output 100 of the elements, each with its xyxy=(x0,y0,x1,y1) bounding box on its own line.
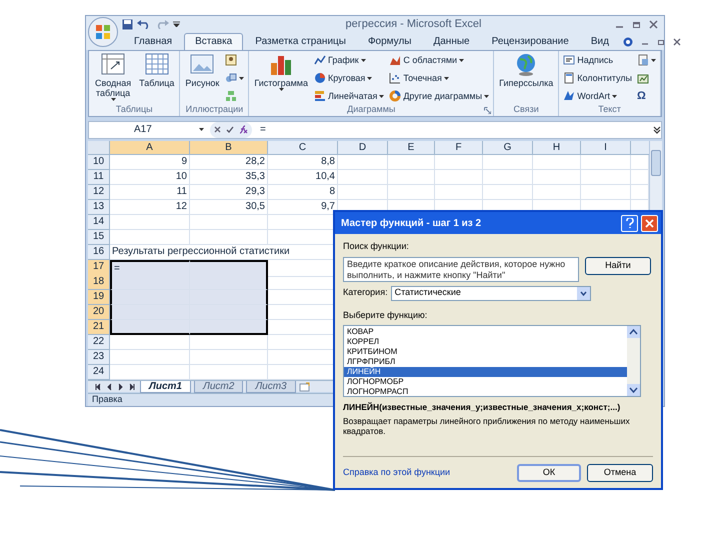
cell[interactable] xyxy=(581,155,631,170)
ok-button[interactable]: ОК xyxy=(517,464,581,482)
row-header[interactable]: 10 xyxy=(88,155,110,170)
cell[interactable] xyxy=(388,170,435,185)
ribbon-tab[interactable]: Вставка xyxy=(184,32,244,50)
undo-icon[interactable] xyxy=(137,19,151,30)
cell[interactable]: 10,4 xyxy=(268,170,338,185)
ribbon-tab[interactable]: Вид xyxy=(580,32,619,50)
scrollbar-thumb[interactable] xyxy=(651,150,661,176)
ribbon-button[interactable]: Гиперссылка xyxy=(497,52,556,88)
ribbon-button[interactable]: Колонтитулы xyxy=(562,70,633,86)
find-button[interactable]: Найти xyxy=(585,256,651,274)
row-header[interactable]: 12 xyxy=(88,185,110,200)
ribbon-button[interactable]: Надпись xyxy=(562,52,633,68)
cell[interactable] xyxy=(190,215,268,230)
column-header[interactable]: A xyxy=(110,141,190,155)
selected-cell[interactable] xyxy=(190,290,268,305)
cell[interactable]: 35,3 xyxy=(190,170,268,185)
row-header[interactable]: 16 xyxy=(88,245,110,260)
ribbon-tab[interactable]: Данные xyxy=(423,32,480,50)
help-icon[interactable] xyxy=(622,36,633,47)
cell[interactable]: 28,2 xyxy=(190,155,268,170)
cell[interactable] xyxy=(435,185,483,200)
close-button[interactable] xyxy=(641,214,658,232)
ribbon-button[interactable]: Гистограмма xyxy=(252,52,310,91)
icon-button[interactable] xyxy=(636,52,657,68)
close-icon[interactable] xyxy=(672,38,681,46)
cell[interactable] xyxy=(581,170,631,185)
row-header[interactable]: 24 xyxy=(88,365,110,380)
cell[interactable]: 30,5 xyxy=(190,200,268,215)
ribbon-tab[interactable]: Главная xyxy=(124,32,182,50)
cell[interactable] xyxy=(435,155,483,170)
cell[interactable] xyxy=(110,350,190,365)
cell[interactable] xyxy=(483,170,533,185)
cell[interactable]: 10 xyxy=(110,170,190,185)
dialog-launcher-icon[interactable] xyxy=(484,106,492,114)
cell[interactable] xyxy=(533,155,581,170)
column-header[interactable]: B xyxy=(190,141,268,155)
function-item[interactable]: ЛОГНОРМРАСП xyxy=(344,387,627,397)
column-header[interactable]: H xyxy=(533,141,581,155)
cell[interactable] xyxy=(533,170,581,185)
column-header[interactable]: G xyxy=(483,141,533,155)
ribbon-button[interactable]: Таблица xyxy=(137,52,176,88)
cell[interactable] xyxy=(338,185,388,200)
ribbon-button[interactable]: Линейчатая xyxy=(312,88,386,104)
cell[interactable] xyxy=(110,230,190,245)
cell[interactable] xyxy=(190,230,268,245)
ribbon-tab[interactable]: Рецензирование xyxy=(482,32,579,50)
cell[interactable] xyxy=(190,350,268,365)
row-header[interactable]: 22 xyxy=(88,335,110,350)
cell[interactable] xyxy=(190,335,268,350)
sheet-tab[interactable]: Лист2 xyxy=(194,380,244,392)
column-header[interactable]: E xyxy=(388,141,435,155)
row-header[interactable]: 18 xyxy=(88,275,110,290)
help-link[interactable]: Справка по этой функции xyxy=(343,466,511,480)
search-field[interactable]: Введите краткое описание действия, которое нужно выполнить, и нажмите кнопку "Найти" xyxy=(343,256,579,282)
cell[interactable] xyxy=(110,215,190,230)
cell[interactable] xyxy=(388,185,435,200)
restore-icon[interactable] xyxy=(656,38,665,46)
row-header[interactable]: 23 xyxy=(88,350,110,365)
cell[interactable] xyxy=(338,170,388,185)
cell[interactable]: 11 xyxy=(110,185,190,200)
ribbon-tab[interactable]: Формулы xyxy=(358,32,422,50)
function-item[interactable]: ЛОГНОРМОБР xyxy=(344,377,627,387)
sheet-tab[interactable]: Лист1 xyxy=(140,380,191,392)
column-header[interactable]: D xyxy=(338,141,388,155)
cell[interactable] xyxy=(483,185,533,200)
function-item[interactable]: ЛГРФПРИБЛ xyxy=(344,357,627,367)
cell[interactable]: 12 xyxy=(110,200,190,215)
sheet-tab[interactable]: Лист3 xyxy=(246,380,296,392)
column-header[interactable]: C xyxy=(268,141,338,155)
selected-cell[interactable] xyxy=(190,320,268,335)
row-header[interactable]: 13 xyxy=(88,200,110,215)
selected-cell[interactable] xyxy=(190,305,268,320)
cell[interactable] xyxy=(581,185,631,200)
ribbon-tab[interactable]: Разметка страницы xyxy=(245,32,356,50)
cell[interactable]: 9 xyxy=(110,155,190,170)
save-icon[interactable] xyxy=(122,18,133,30)
cell[interactable] xyxy=(435,170,483,185)
help-button[interactable] xyxy=(621,214,638,232)
cell[interactable] xyxy=(110,335,190,350)
category-dropdown[interactable]: Статистические xyxy=(390,286,591,300)
column-header[interactable]: F xyxy=(435,141,483,155)
restore-icon[interactable] xyxy=(632,20,641,29)
symbol-button[interactable]: Ω xyxy=(636,88,657,104)
ribbon-button[interactable]: График xyxy=(312,52,386,68)
scroll-up-icon[interactable] xyxy=(627,326,640,338)
row-header[interactable]: 21 xyxy=(88,320,110,335)
row-header[interactable]: 20 xyxy=(88,305,110,320)
cell[interactable] xyxy=(388,155,435,170)
row-header[interactable]: 14 xyxy=(88,215,110,230)
next-sheet-icon[interactable] xyxy=(116,382,125,390)
ribbon-button[interactable]: Рисунок xyxy=(183,52,222,88)
customize-toolbar-icon[interactable] xyxy=(173,21,180,28)
ribbon-button[interactable]: Другие диаграммы xyxy=(388,88,490,104)
ribbon-button[interactable]: WordArt xyxy=(562,88,633,104)
function-item[interactable]: КРИТБИНОМ xyxy=(344,347,627,357)
row-header[interactable]: 11 xyxy=(88,170,110,185)
row-header[interactable]: 19 xyxy=(88,290,110,305)
cell[interactable]: 29,3 xyxy=(190,185,268,200)
